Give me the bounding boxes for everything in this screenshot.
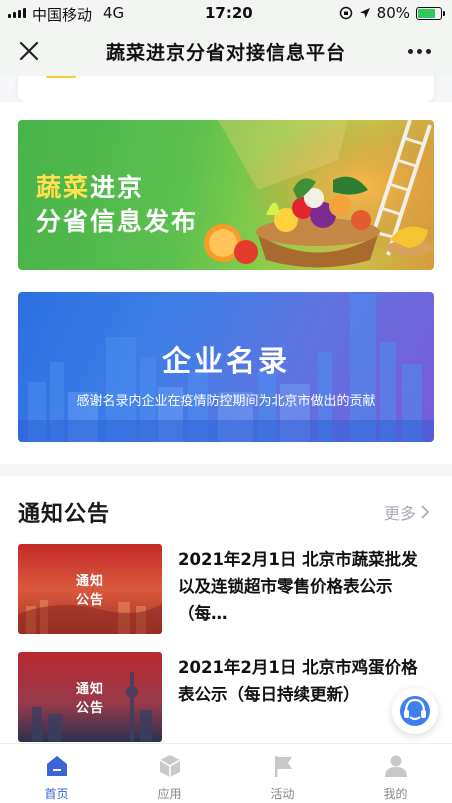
status-right: 80% <box>339 4 445 22</box>
notice-item[interactable]: 通知 公告 2021年2月1日 北京市蔬菜批发以及连锁超市零售价格表公示（每… <box>18 544 434 636</box>
veg-banner-subtitle: 分省信息发布 <box>36 207 199 236</box>
home-icon <box>46 756 67 776</box>
notice-more-link[interactable]: 更多 <box>384 500 430 524</box>
card-logo <box>46 76 76 78</box>
notice-thumbnail: 通知 公告 <box>18 544 162 634</box>
notice-section: 通知公告 更多 通知 公告 2021年2月1日 北京市蔬菜批发以及连锁超市零售价… <box>0 476 452 743</box>
tab-label: 活动 <box>270 787 295 801</box>
notice-thumbnail: 通知 公告 <box>18 652 162 742</box>
status-time: 17:20 <box>205 4 253 22</box>
previous-card[interactable] <box>18 76 434 102</box>
navigation-bar: 蔬菜进京分省对接信息平台 <box>0 26 452 76</box>
company-banner-subtitle: 感谢名录内企业在疫情防控期间为北京市做出的贡献 <box>76 394 376 409</box>
orientation-lock-icon <box>339 6 352 20</box>
main-content[interactable]: 蔬菜进京 分省信息发布 企业名录 感谢名录内企业在疫情防控期间为北京市做出的贡献… <box>0 76 452 743</box>
more-label: 更多 <box>383 504 416 523</box>
page-title: 蔬菜进京分省对接信息平台 <box>105 42 346 64</box>
tab-label: 应用 <box>157 787 182 801</box>
veg-banner-title: 蔬菜进京 <box>36 173 145 202</box>
notice-section-title: 通知公告 <box>18 502 111 527</box>
company-banner-title: 企业名录 <box>161 344 290 378</box>
tab-activities[interactable]: 活动 <box>226 744 339 803</box>
status-bar: 中国移动 4G 17:20 80% <box>0 0 452 26</box>
thumbnail-label: 通知 公告 <box>76 682 105 716</box>
battery-percent: 80% <box>376 4 410 22</box>
location-arrow-icon <box>359 8 370 18</box>
tab-apps[interactable]: 应用 <box>113 744 226 803</box>
battery-icon <box>416 6 445 20</box>
more-dots-icon[interactable] <box>408 40 434 62</box>
signal-strength-icon <box>8 8 26 18</box>
thumbnail-label: 通知 公告 <box>76 574 105 608</box>
tab-home[interactable]: 首页 <box>0 744 113 803</box>
tab-label: 首页 <box>44 787 69 801</box>
apps-cube-icon <box>159 755 180 777</box>
chevron-right-icon <box>421 505 430 519</box>
network-type: 4G <box>103 4 125 22</box>
company-directory-banner[interactable]: 企业名录 感谢名录内企业在疫情防控期间为北京市做出的贡献 <box>18 292 434 442</box>
profile-icon <box>384 755 407 777</box>
carrier-name: 中国移动 <box>32 6 93 24</box>
customer-service-button[interactable] <box>392 688 438 734</box>
notice-item[interactable]: 通知 公告 2021年2月1日 北京市鸡蛋价格表公示（每日持续更新） <box>18 652 434 743</box>
headset-icon <box>400 696 430 726</box>
notice-item-title: 2021年2月1日 北京市蔬菜批发以及连锁超市零售价格表公示（每… <box>178 550 418 623</box>
veg-info-banner[interactable]: 蔬菜进京 分省信息发布 <box>18 120 434 270</box>
bottom-tab-bar: 首页 应用 活动 我的 <box>0 743 452 803</box>
tab-profile[interactable]: 我的 <box>339 744 452 803</box>
tab-label: 我的 <box>383 787 408 801</box>
flag-icon <box>274 756 292 777</box>
